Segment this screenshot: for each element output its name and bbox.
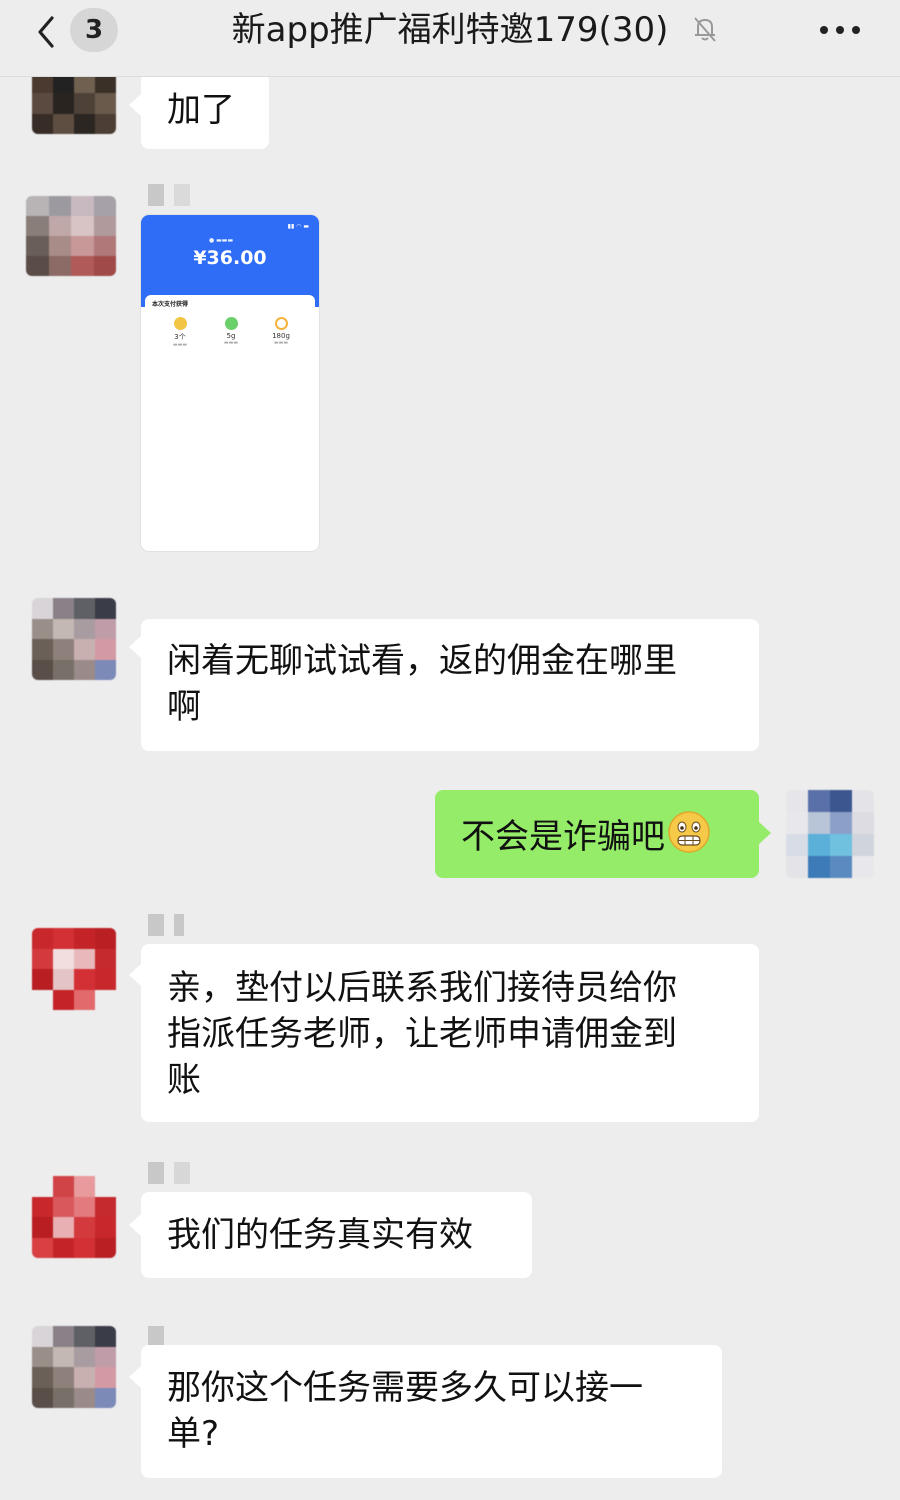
bell-off-icon <box>694 17 716 42</box>
message-bubble[interactable]: 我们的任务真实有效 <box>141 1192 532 1278</box>
message-text-line: 啊 <box>167 687 201 727</box>
chevron-left-icon[interactable] <box>30 12 70 52</box>
message-text: 加了 <box>167 90 235 130</box>
chat-header: 3 新app推广福利特邀179(30) <box>0 0 900 77</box>
more-dots-icon[interactable] <box>816 18 864 42</box>
message-bubble[interactable]: 亲，垫付以后联系我们接待员给你 指派任务老师，让老师申请佣金到 账 <box>141 944 759 1122</box>
reward-item: 5g ▬▬▬ <box>211 317 251 346</box>
message-text-line: 闲着无聊试试看，返的佣金在哪里 <box>167 641 677 681</box>
message-bubble[interactable]: 加了 <box>141 72 269 149</box>
message-text-line: 账 <box>167 1060 201 1100</box>
bubble-tail <box>759 822 771 844</box>
screenshot-header: ▮▮ ◠ ▬ ● ▬▬▬ ¥36.00 <box>141 215 319 307</box>
coin-icon <box>173 317 187 330</box>
reward-caption-placeholder: ▬▬▬ <box>273 340 289 346</box>
message-text: 我们的任务真实有效 <box>167 1215 473 1255</box>
avatar[interactable] <box>32 598 116 680</box>
avatar[interactable] <box>32 928 116 1010</box>
screenshot-label-placeholder: ● ▬▬▬ <box>209 237 234 244</box>
my-message-bubble[interactable]: 不会是诈骗吧 <box>435 790 759 878</box>
status-bar: ▮▮ ◠ ▬ <box>287 223 309 230</box>
bubble-tail <box>129 1366 141 1388</box>
message-text-line: 那你这个任务需要多久可以接一 <box>167 1368 643 1408</box>
reward-card-title: 本次支付获得 <box>152 301 189 308</box>
reward-item: 180g ▬▬▬ <box>261 317 301 346</box>
reward-caption-placeholder: ▬▬▬ <box>223 340 239 346</box>
clock-icon <box>274 317 288 330</box>
message-bubble[interactable]: 闲着无聊试试看，返的佣金在哪里 啊 <box>141 619 759 751</box>
message-text-line: 亲，垫付以后联系我们接待员给你 <box>167 968 677 1008</box>
leaf-icon <box>224 317 238 330</box>
bubble-tail <box>129 964 141 986</box>
unread-count-badge[interactable]: 3 <box>70 8 118 52</box>
message-text-line: 指派任务老师，让老师申请佣金到 <box>167 1014 677 1054</box>
reward-caption-placeholder: ▬▬▬ <box>172 342 188 348</box>
message-bubble[interactable]: 那你这个任务需要多久可以接一 单? <box>141 1345 722 1478</box>
reward-value: 5g <box>226 332 236 340</box>
chat-title: 新app推广福利特邀179(30) <box>231 10 669 50</box>
sender-name <box>148 1162 190 1186</box>
reward-value: 180g <box>272 332 290 340</box>
reward-item: 3个 ▬▬▬ <box>160 317 200 348</box>
avatar[interactable] <box>32 1326 116 1408</box>
bubble-tail <box>129 1214 141 1236</box>
reward-value: 3个 <box>174 333 186 341</box>
my-avatar[interactable] <box>786 790 874 878</box>
message-text: 不会是诈骗吧 <box>461 817 665 857</box>
message-text-line: 单? <box>167 1414 220 1454</box>
avatar[interactable] <box>32 1176 116 1258</box>
payment-amount: ¥36.00 <box>193 247 267 269</box>
sender-name <box>148 184 190 208</box>
avatar[interactable] <box>26 196 116 276</box>
bubble-tail <box>129 636 141 658</box>
sender-name <box>148 914 184 938</box>
reward-card: 本次支付获得 3个 ▬▬▬ 5g ▬▬▬ 180g ▬▬▬ <box>145 295 315 359</box>
bubble-tail <box>129 94 141 116</box>
payment-screenshot-image[interactable]: ▮▮ ◠ ▬ ● ▬▬▬ ¥36.00 本次支付获得 3个 ▬▬▬ 5g ▬▬▬… <box>141 215 319 551</box>
grimace-emoji-icon <box>668 811 710 853</box>
